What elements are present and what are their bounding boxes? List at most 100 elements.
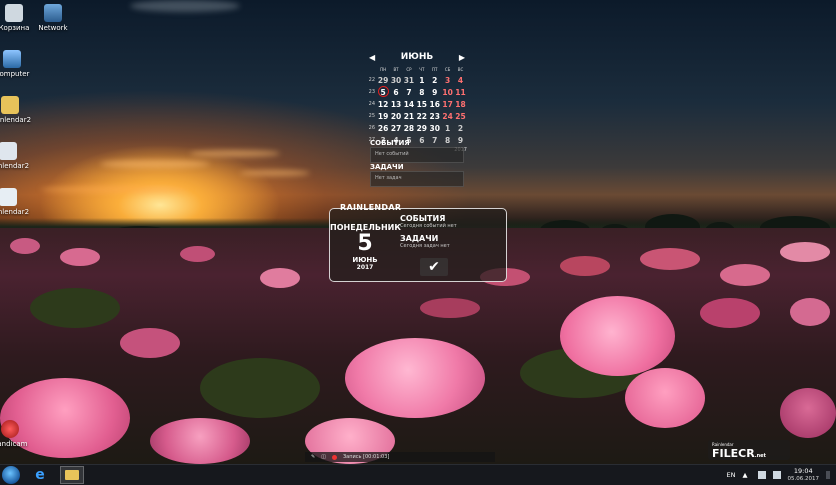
rainlendar-folder-shortcut[interactable]: Rainlendar2 — [0, 96, 38, 124]
network-tray-icon[interactable] — [757, 471, 766, 479]
file-explorer-icon — [65, 470, 79, 480]
bandicam-icon — [1, 420, 19, 438]
week-number: 23 — [368, 89, 376, 95]
events-title: СОБЫТИЯ — [370, 139, 410, 147]
calendar-day[interactable]: 16 — [428, 98, 441, 110]
cloud — [40, 186, 190, 193]
week-number: 26 — [368, 125, 376, 131]
calendar-day[interactable]: 30 — [390, 74, 403, 86]
calendar-day[interactable]: 17 — [441, 98, 454, 110]
week-number: 25 — [368, 113, 376, 119]
system-tray: EN ▲ 19:04 05.06.2017 — [727, 465, 830, 485]
notification-icon[interactable] — [826, 471, 830, 479]
rainlendar-icon — [0, 142, 17, 160]
calendar-day[interactable]: 30 — [428, 122, 441, 134]
bandicam-shortcut[interactable]: Bandicam — [0, 420, 38, 448]
cloud — [100, 160, 210, 168]
today-events-note: Сегодня событий нет — [400, 223, 457, 229]
record-indicator-icon — [331, 454, 337, 460]
recycle-bin-icon — [5, 4, 23, 22]
calendar-day[interactable]: 6 — [390, 86, 403, 98]
calendar-day[interactable]: 27 — [390, 122, 403, 134]
tasks-list-widget: ЗАДАЧИ Нет задач — [370, 163, 464, 187]
today-tasks-note: Сегодня задач нет — [400, 243, 450, 249]
calendar-day[interactable]: 8 — [415, 86, 428, 98]
recording-toolbar[interactable]: ✎ ◫ Запись [00:01:03] — [305, 452, 495, 462]
calendar-day[interactable]: 14 — [402, 98, 415, 110]
tasks-body[interactable]: Нет задач — [370, 171, 464, 187]
calendar-month-title: ИЮНЬ — [400, 52, 434, 62]
calendar-day[interactable]: 9 — [428, 86, 441, 98]
calendar-day[interactable]: 10 — [441, 86, 454, 98]
network-icon — [44, 4, 62, 22]
calendar-day[interactable]: 18 — [454, 98, 467, 110]
events-list-widget: СОБЫТИЯ Нет событий — [370, 139, 464, 163]
internet-explorer-icon: e — [35, 467, 45, 483]
weekday-header: СБ — [444, 66, 451, 72]
checkmark-icon[interactable]: ✔ — [420, 258, 448, 276]
calendar-day[interactable]: 23 — [428, 110, 441, 122]
next-month-arrow-icon[interactable]: ▶ — [459, 53, 465, 62]
watermark-logo: Rainlendar FILECR.net — [708, 440, 790, 460]
calendar-day[interactable]: 4 — [454, 74, 467, 86]
calendar-day[interactable]: 1 — [415, 74, 428, 86]
rainlendar-installer-shortcut[interactable]: Rainlendar2 — [0, 188, 36, 216]
clock-date: 05.06.2017 — [787, 476, 820, 482]
pencil-icon[interactable]: ✎ — [311, 454, 315, 460]
language-indicator[interactable]: EN — [727, 471, 736, 479]
calendar-day[interactable]: 20 — [390, 110, 403, 122]
calendar-day[interactable]: 31 — [402, 74, 415, 86]
clock[interactable]: 19:04 05.06.2017 — [788, 467, 820, 483]
file-explorer-taskbar-button[interactable] — [60, 466, 84, 484]
today-tasks-title: ЗАДАЧИ — [400, 234, 439, 243]
week-number: 22 — [368, 77, 376, 83]
rainlendar-brand: RAINLENDAR — [340, 203, 402, 212]
calendar-day[interactable]: 11 — [454, 86, 467, 98]
calendar-day[interactable]: 25 — [454, 110, 467, 122]
screenshot-icon[interactable]: ◫ — [321, 454, 326, 460]
cloud — [240, 170, 310, 176]
calendar-day[interactable]: 2 — [454, 122, 467, 134]
weekday-header: ВТ — [393, 66, 399, 72]
calendar-grid: ПН ВТ СР ЧТ ПТ СБ ВС 22 29 30 31 1 2 3 4 23 5 6 7 8 9 10 11 24… — [367, 64, 467, 146]
today-month: ИЮНЬ — [352, 256, 378, 264]
calendar-day[interactable]: 13 — [390, 98, 403, 110]
calendar-day[interactable]: 2 — [428, 74, 441, 86]
volume-icon[interactable] — [772, 471, 781, 479]
calendar-day[interactable]: 5 — [377, 86, 390, 98]
calendar-day[interactable]: 22 — [415, 110, 428, 122]
calendar-day[interactable]: 19 — [377, 110, 390, 122]
calendar-week-row: 22 29 30 31 1 2 3 4 — [367, 74, 467, 86]
cloud — [190, 150, 280, 157]
start-orb-icon[interactable] — [2, 466, 20, 484]
installer-icon — [0, 188, 17, 206]
weekday-header: СР — [406, 66, 412, 72]
computer-shortcut[interactable]: Computer — [0, 50, 40, 78]
week-number: 24 — [368, 101, 376, 107]
today-events-title: СОБЫТИЯ — [400, 214, 446, 223]
weekday-header: ПТ — [431, 66, 438, 72]
calendar-day[interactable]: 29 — [377, 74, 390, 86]
prev-month-arrow-icon[interactable]: ◀ — [369, 53, 375, 62]
calendar-day[interactable]: 29 — [415, 122, 428, 134]
desktop-wallpaper: Корзина Network Computer Rainlendar2 Rai… — [0, 0, 836, 464]
calendar-day[interactable]: 1 — [441, 122, 454, 134]
events-body[interactable]: Нет событий — [370, 147, 464, 163]
today-year: 2017 — [356, 264, 374, 271]
taskbar: e EN ▲ 19:04 05.06.2017 — [0, 464, 836, 485]
calendar-day[interactable]: 7 — [402, 86, 415, 98]
network-shortcut[interactable]: Network — [25, 4, 81, 32]
calendar-day[interactable]: 3 — [441, 74, 454, 86]
calendar-day[interactable]: 24 — [441, 110, 454, 122]
weekday-header: ПН — [380, 66, 387, 72]
cloud — [130, 0, 240, 12]
calendar-day[interactable]: 21 — [402, 110, 415, 122]
calendar-day[interactable]: 15 — [415, 98, 428, 110]
show-hidden-icons-icon[interactable]: ▲ — [743, 471, 751, 479]
weekday-header: ЧТ — [419, 66, 425, 72]
calendar-day[interactable]: 28 — [402, 122, 415, 134]
rainlendar-shortcut[interactable]: Rainlendar2 — [0, 142, 36, 170]
calendar-day[interactable]: 26 — [377, 122, 390, 134]
internet-explorer-taskbar-button[interactable]: e — [28, 466, 52, 484]
calendar-day[interactable]: 12 — [377, 98, 390, 110]
